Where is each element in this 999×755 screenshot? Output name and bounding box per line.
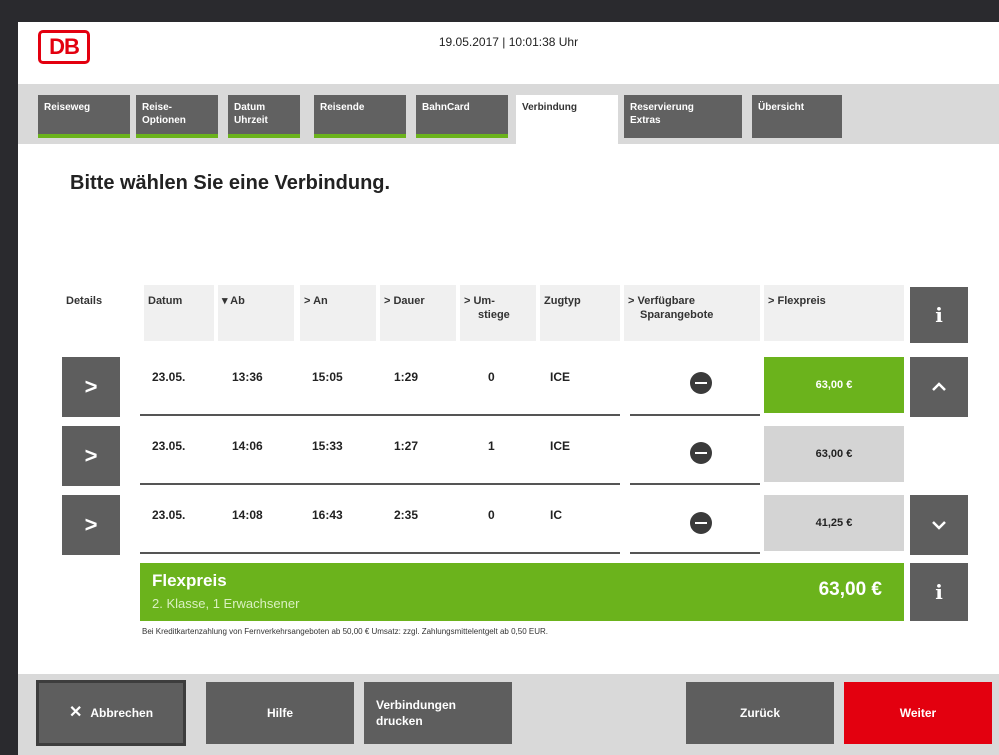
flexpreis-row-3[interactable]: 41,25 € [764,495,904,551]
column-header-umstiege[interactable]: > Um- stiege [460,285,536,341]
row-3-datum: 23.05. [152,508,186,522]
chevron-down-icon [932,521,946,530]
tab-label: Reisende [320,102,365,113]
tab-label: Datum [234,102,266,113]
details-button-row-3[interactable]: > [62,495,120,555]
tab-label-line2: Uhrzeit [234,115,268,126]
chevron-right-icon: > [84,443,98,468]
print-label: Verbindungen [376,698,457,712]
flexpreis-row-2[interactable]: 63,00 € [764,426,904,482]
column-header-label-line2: stiege [478,309,510,321]
row-1-dauer: 1:29 [394,370,419,384]
no-offer-icon [690,372,712,394]
tab-label-line2: Optionen [142,115,186,126]
tab-label: Übersicht [758,102,805,113]
row-separator [140,483,620,485]
tab-label: BahnCard [422,102,470,113]
column-header-an[interactable]: > An [300,285,376,341]
next-button[interactable]: Weiter [844,682,992,744]
row-separator [630,414,760,416]
payment-note: Bei Kreditkartenzahlung von Fernverkehrs… [142,627,549,636]
info-icon: i [935,580,943,604]
column-header-label: > Verfügbare [628,295,695,307]
details-button-row-1[interactable]: > [62,357,120,417]
ticket-machine-screen: DB 19.05.2017 | 10:01:38 Uhr Reiseweg Re… [18,22,999,755]
tab-bar: Reiseweg Reise- Optionen Datum Uhrzeit R… [18,84,999,144]
fare-price: 63,00 € [818,579,882,600]
chevron-right-icon: > [84,374,98,399]
tab-uebersicht[interactable]: Übersicht [752,95,842,138]
connection-selection: Bitte wählen Sie eine Verbindung. Detail… [18,144,999,674]
row-3-dauer: 2:35 [394,508,419,522]
no-offer-icon [690,442,712,464]
fare-details: 2. Klasse, 1 Erwachsener [152,596,300,611]
no-offer-icon [690,512,712,534]
page-title: Bitte wählen Sie eine Verbindung. [70,172,391,194]
close-icon: ✕ [68,704,83,721]
row-1-zugtyp: ICE [550,370,571,384]
footer-bar: ✕ Abbrechen Hilfe Verbindungen drucken Z… [18,674,999,755]
row-1-umstiege: 0 [488,370,495,384]
row-1-ab: 13:36 [232,370,263,384]
column-header-flexpreis[interactable]: > Flexpreis [764,285,904,341]
column-header-label-line2: Sparangebote [640,309,714,321]
row-1-datum: 23.05. [152,370,186,384]
tab-label: Reservierung [630,102,694,113]
selected-fare-summary: Flexpreis 2. Klasse, 1 Erwachsener 63,00… [140,563,904,621]
tab-reisende[interactable]: Reisende [314,95,406,138]
tab-verbindung[interactable]: Verbindung [516,95,618,144]
row-3-zugtyp: IC [550,508,562,522]
back-button[interactable]: Zurück [686,682,834,744]
fare-name: Flexpreis [152,571,227,590]
column-header-datum: Datum [144,285,214,341]
flexpreis-row-1[interactable]: 63,00 € [764,357,904,413]
scroll-up-button[interactable] [910,357,968,417]
row-2-zugtyp: ICE [550,439,571,453]
chevron-up-icon [932,382,946,391]
row-3-umstiege: 0 [488,508,495,522]
row-1-an: 15:05 [312,370,343,384]
row-2-dauer: 1:27 [394,439,419,453]
tab-label: Verbindung [522,102,577,113]
print-label-line2: drucken [376,714,423,728]
cancel-label: Abbrechen [90,706,154,720]
tab-bahncard[interactable]: BahnCard [416,95,508,138]
row-2-umstiege: 1 [488,439,495,453]
row-separator [140,414,620,416]
chevron-right-icon: > [84,512,98,537]
row-3-ab: 14:08 [232,508,263,522]
row-separator [630,483,760,485]
row-2-datum: 23.05. [152,439,186,453]
datetime: 19.05.2017 | 10:01:38 Uhr [438,35,579,49]
row-2-ab: 14:06 [232,439,263,453]
row-3-an: 16:43 [312,508,343,522]
tab-label: Reise- [142,102,173,113]
column-header-sparangebote[interactable]: > Verfügbare Sparangebote [624,285,760,341]
header: DB 19.05.2017 | 10:01:38 Uhr [18,22,999,84]
cancel-button[interactable]: ✕ Abbrechen [36,680,186,746]
column-header-dauer[interactable]: > Dauer [380,285,456,341]
tab-reise-optionen[interactable]: Reise- Optionen [136,95,218,138]
tab-label-line2: Extras [630,115,661,126]
print-connections-button[interactable]: Verbindungen drucken [364,682,512,744]
scroll-down-button[interactable] [910,495,968,555]
column-header-ab[interactable]: ▾ Ab [218,285,294,341]
info-button[interactable]: i [910,287,968,343]
tab-reiseweg[interactable]: Reiseweg [38,95,130,138]
row-separator [140,552,620,554]
fare-info-button[interactable]: i [910,563,968,621]
tab-reservierung-extras[interactable]: Reservierung Extras [624,95,742,138]
details-button-row-2[interactable]: > [62,426,120,486]
help-button[interactable]: Hilfe [206,682,354,744]
column-header-zugtyp: Zugtyp [540,285,620,341]
row-2-an: 15:33 [312,439,343,453]
column-header-label: > Um- [464,295,495,307]
tab-label: Reiseweg [44,102,91,113]
info-icon: i [935,303,943,327]
row-separator [630,552,760,554]
column-header-details: Details [62,285,132,341]
tab-datum-uhrzeit[interactable]: Datum Uhrzeit [228,95,300,138]
